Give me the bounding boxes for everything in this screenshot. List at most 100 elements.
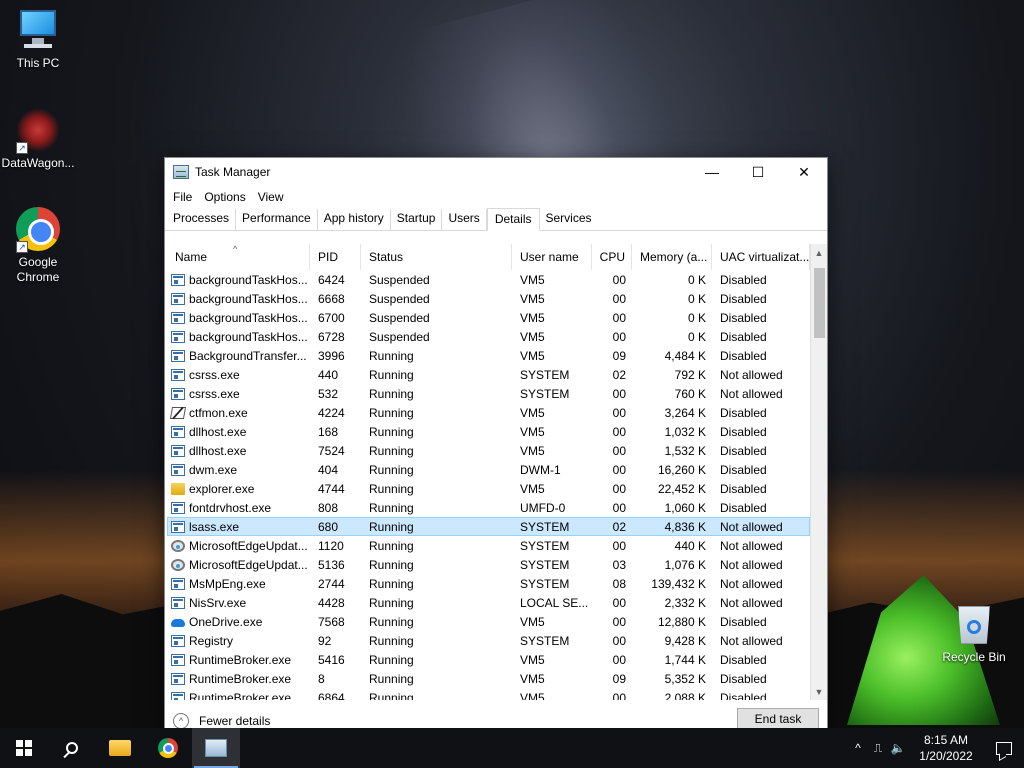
process-name: backgroundTaskHos... bbox=[189, 291, 308, 306]
cell-pid: 6700 bbox=[318, 310, 345, 325]
process-name: backgroundTaskHos... bbox=[189, 329, 308, 344]
cell-uac: Disabled bbox=[720, 614, 767, 629]
table-row[interactable]: RuntimeBroker.exe 6864 Running VM5 00 2,088 K… bbox=[167, 688, 810, 700]
table-row[interactable]: backgroundTaskHos... 6700 Suspended VM5 00 0 … bbox=[167, 308, 810, 327]
cell-user: LOCAL SE... bbox=[520, 595, 589, 610]
search-button[interactable] bbox=[48, 728, 96, 768]
action-center-button[interactable] bbox=[984, 728, 1024, 768]
table-row[interactable]: dwm.exe 404 Running DWM-1 00 16,260 K Disabled bbox=[167, 460, 810, 479]
maximize-button[interactable]: ☐ bbox=[735, 158, 781, 186]
cell-cpu: 00 bbox=[612, 272, 626, 287]
column-header-cpu[interactable]: CPU bbox=[592, 244, 632, 270]
cell-status: Running bbox=[369, 671, 414, 686]
column-header-uac[interactable]: UAC virtualizat... bbox=[712, 244, 810, 270]
desktop-icon-label: Google Chrome bbox=[16, 255, 60, 284]
table-row[interactable]: explorer.exe 4744 Running VM5 00 22,452 K Disa… bbox=[167, 479, 810, 498]
cell-uac: Not allowed bbox=[720, 633, 783, 648]
cell-status: Running bbox=[369, 348, 414, 363]
cell-cpu: 00 bbox=[612, 595, 626, 610]
cell-cpu: 02 bbox=[612, 367, 626, 382]
cell-cpu: 09 bbox=[612, 671, 626, 686]
table-row[interactable]: backgroundTaskHos... 6728 Suspended VM5 00 0 … bbox=[167, 327, 810, 346]
cell-user: VM5 bbox=[520, 405, 545, 420]
cell-uac: Not allowed bbox=[720, 519, 783, 534]
start-button[interactable] bbox=[0, 728, 48, 768]
scroll-down-icon[interactable]: ▼ bbox=[811, 683, 827, 700]
taskbar-file-explorer[interactable] bbox=[96, 728, 144, 768]
table-row[interactable]: dllhost.exe 168 Running VM5 00 1,032 K Disable… bbox=[167, 422, 810, 441]
table-row[interactable]: lsass.exe 680 Running SYSTEM 02 4,836 K Not al… bbox=[167, 517, 810, 536]
title-bar[interactable]: Task Manager — ☐ ✕ bbox=[165, 158, 827, 186]
chevron-up-icon: ^ bbox=[173, 713, 189, 729]
desktop-icon-google-chrome[interactable]: ↗ Google Chrome bbox=[0, 207, 76, 285]
taskbar-chrome[interactable] bbox=[144, 728, 192, 768]
cell-user: VM5 bbox=[520, 348, 545, 363]
column-header-status[interactable]: Status bbox=[361, 244, 512, 270]
scroll-up-icon[interactable]: ▲ bbox=[811, 244, 827, 261]
tab-startup[interactable]: Startup bbox=[391, 209, 443, 230]
tab-users[interactable]: Users bbox=[442, 209, 487, 230]
menu-view[interactable]: View bbox=[252, 190, 290, 204]
cell-uac: Disabled bbox=[720, 500, 767, 515]
cell-status: Running bbox=[369, 443, 414, 458]
cell-name: explorer.exe bbox=[167, 482, 310, 496]
clock[interactable]: 8:15 AM 1/20/2022 bbox=[908, 732, 984, 764]
table-row[interactable]: csrss.exe 440 Running SYSTEM 02 792 K Not allo… bbox=[167, 365, 810, 384]
tab-app-history[interactable]: App history bbox=[318, 209, 391, 230]
table-row[interactable]: MicrosoftEdgeUpdat... 5136 Running SYSTEM 03… bbox=[167, 555, 810, 574]
cell-name: dllhost.exe bbox=[167, 444, 310, 458]
column-header-memory[interactable]: Memory (a... bbox=[632, 244, 712, 270]
cell-pid: 8 bbox=[318, 671, 325, 686]
desktop-icon-datawagon[interactable]: ↗ DataWagon... bbox=[0, 108, 76, 170]
process-name: Registry bbox=[189, 633, 234, 648]
cell-user: VM5 bbox=[520, 481, 545, 496]
tab-performance[interactable]: Performance bbox=[236, 209, 318, 230]
desktop-icon-this-pc[interactable]: This PC bbox=[0, 8, 76, 70]
table-row[interactable]: NisSrv.exe 4428 Running LOCAL SE... 00 2,332 … bbox=[167, 593, 810, 612]
tab-services[interactable]: Services bbox=[540, 209, 598, 230]
table-row[interactable]: RuntimeBroker.exe 8 Running VM5 09 5,352 K Dis… bbox=[167, 669, 810, 688]
network-icon[interactable]: ⎍ bbox=[868, 728, 888, 768]
menu-file[interactable]: File bbox=[167, 190, 198, 204]
cell-user: VM5 bbox=[520, 424, 545, 439]
table-row[interactable]: dllhost.exe 7524 Running VM5 00 1,532 K Disabl… bbox=[167, 441, 810, 460]
table-row[interactable]: backgroundTaskHos... 6668 Suspended VM5 00 0 … bbox=[167, 289, 810, 308]
column-header-user-name[interactable]: User name bbox=[512, 244, 592, 270]
cell-pid: 92 bbox=[318, 633, 332, 648]
maximize-icon: ☐ bbox=[751, 163, 765, 180]
cell-user: VM5 bbox=[520, 652, 545, 667]
table-row[interactable]: RuntimeBroker.exe 5416 Running VM5 00 1,744 K… bbox=[167, 650, 810, 669]
menu-options[interactable]: Options bbox=[198, 190, 251, 204]
table-row[interactable]: Registry 92 Running SYSTEM 00 9,428 K Not allo… bbox=[167, 631, 810, 650]
desktop-icon-recycle-bin[interactable]: Recycle Bin bbox=[936, 602, 1012, 664]
cell-pid: 6864 bbox=[318, 690, 345, 701]
fewer-details-button[interactable]: ^ Fewer details bbox=[173, 713, 270, 729]
cell-cpu: 00 bbox=[612, 329, 626, 344]
table-row[interactable]: csrss.exe 532 Running SYSTEM 00 760 K Not allo… bbox=[167, 384, 810, 403]
cell-cpu: 00 bbox=[612, 291, 626, 306]
cell-cpu: 00 bbox=[612, 462, 626, 477]
scroll-thumb[interactable] bbox=[814, 268, 825, 338]
volume-muted-icon[interactable]: 🔈 bbox=[888, 728, 908, 768]
show-hidden-icons-button[interactable]: ^ bbox=[848, 728, 868, 768]
table-row[interactable]: BackgroundTransfer... 3996 Running VM5 09 4,4… bbox=[167, 346, 810, 365]
table-row[interactable]: ctfmon.exe 4224 Running VM5 00 3,264 K Disable… bbox=[167, 403, 810, 422]
cell-name: dwm.exe bbox=[167, 463, 310, 477]
end-task-button[interactable]: End task bbox=[737, 708, 819, 730]
tab-details[interactable]: Details bbox=[486, 208, 540, 231]
table-row[interactable]: fontdrvhost.exe 808 Running UMFD-0 00 1,060 K… bbox=[167, 498, 810, 517]
table-row[interactable]: backgroundTaskHos... 6424 Suspended VM5 00 0 … bbox=[167, 270, 810, 289]
vertical-scrollbar[interactable]: ▲ ▼ bbox=[810, 244, 827, 700]
table-row[interactable]: OneDrive.exe 7568 Running VM5 00 12,880 K Disa… bbox=[167, 612, 810, 631]
column-header-pid[interactable]: PID bbox=[310, 244, 361, 270]
column-header-name[interactable]: ^ Name bbox=[167, 244, 310, 270]
close-button[interactable]: ✕ bbox=[781, 158, 827, 186]
cell-name: backgroundTaskHos... bbox=[167, 292, 310, 306]
generic-process-icon bbox=[171, 596, 185, 609]
minimize-button[interactable]: — bbox=[689, 158, 735, 186]
table-row[interactable]: MsMpEng.exe 2744 Running SYSTEM 08 139,432 K N… bbox=[167, 574, 810, 593]
table-row[interactable]: MicrosoftEdgeUpdat... 1120 Running SYSTEM 00… bbox=[167, 536, 810, 555]
tab-processes[interactable]: Processes bbox=[167, 209, 237, 230]
taskbar-task-manager[interactable] bbox=[192, 728, 240, 768]
gear-icon bbox=[171, 558, 185, 571]
